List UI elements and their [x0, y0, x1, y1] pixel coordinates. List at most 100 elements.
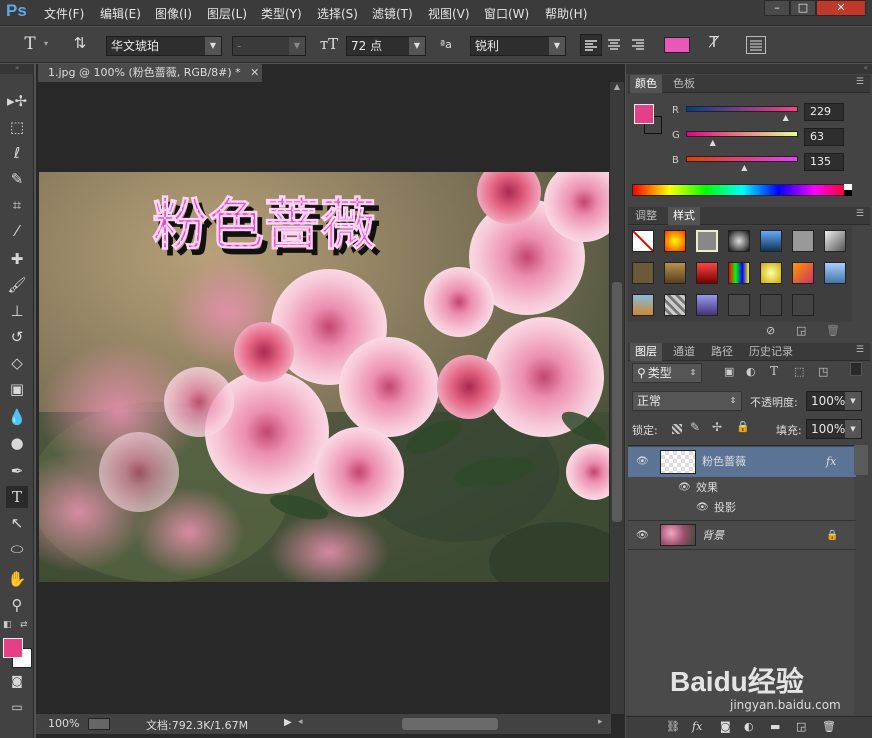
dodge-tool-icon[interactable]: ● — [6, 432, 28, 454]
tab-channels[interactable]: 通道 — [668, 343, 700, 361]
close-tab-icon[interactable]: ✕ — [250, 66, 259, 79]
quick-mask-icon[interactable]: ◙ — [6, 670, 28, 692]
slider-green[interactable] — [686, 131, 798, 137]
lock-all-icon[interactable]: 🔒 — [736, 420, 750, 433]
style-swatch[interactable] — [792, 230, 814, 252]
character-panel-icon[interactable] — [746, 36, 766, 54]
foreground-color-swatch[interactable] — [3, 638, 23, 658]
align-left-button[interactable] — [580, 34, 602, 56]
scroll-left-icon[interactable]: ◂ — [298, 717, 303, 727]
scroll-up-icon[interactable]: ▲ — [610, 82, 624, 91]
style-swatch[interactable] — [696, 262, 718, 284]
new-adjustment-icon[interactable]: ◐ — [744, 720, 754, 733]
style-swatch[interactable] — [760, 294, 782, 316]
panel-menu-icon[interactable]: ☰ — [856, 77, 864, 87]
lock-paint-icon[interactable]: ✎ — [690, 420, 700, 434]
blur-tool-icon[interactable]: 💧 — [6, 406, 28, 428]
slider-thumb-blue[interactable]: ▲ — [741, 163, 747, 172]
layer-effect-row[interactable]: 👁 投影 — [628, 498, 856, 518]
tab-color[interactable]: 颜色 — [630, 75, 662, 93]
menu-filter[interactable]: 滤镜(T) — [372, 5, 413, 22]
filter-toggle[interactable] — [850, 362, 862, 376]
link-layers-icon[interactable]: ⛓ — [666, 720, 680, 733]
menu-view[interactable]: 视图(V) — [428, 5, 470, 22]
menu-edit[interactable]: 编辑(E) — [100, 5, 141, 22]
tab-history[interactable]: 历史记录 — [744, 343, 798, 361]
tab-paths[interactable]: 路径 — [706, 343, 738, 361]
menu-type[interactable]: 类型(Y) — [261, 5, 302, 22]
history-brush-tool-icon[interactable]: ↺ — [6, 326, 28, 348]
fx-icon[interactable]: fx — [826, 447, 836, 477]
scrollbar-thumb[interactable] — [612, 282, 622, 522]
canvas-image[interactable]: 粉色蔷薇 粉色蔷薇 — [39, 172, 609, 582]
menu-window[interactable]: 窗口(W) — [484, 5, 529, 22]
default-colors-icon[interactable]: ◧ — [3, 620, 12, 630]
hand-tool-icon[interactable]: ✋ — [6, 568, 28, 590]
text-color-swatch[interactable] — [664, 37, 690, 53]
style-swatch[interactable] — [728, 294, 750, 316]
lasso-tool-icon[interactable]: ℓ — [6, 142, 28, 164]
tab-adjustments[interactable]: 调整 — [630, 207, 662, 225]
clear-style-icon[interactable]: ⊘ — [766, 324, 775, 337]
tab-layers[interactable]: 图层 — [630, 343, 662, 361]
antialias-select[interactable]: 锐利 ▼ — [470, 36, 566, 56]
new-style-icon[interactable]: ◲ — [796, 324, 806, 337]
tool-preset-arrow-icon[interactable]: ▾ — [44, 39, 48, 48]
menu-select[interactable]: 选择(S) — [317, 5, 358, 22]
style-swatch[interactable] — [632, 294, 654, 316]
align-center-button[interactable] — [604, 34, 626, 56]
style-swatch[interactable] — [728, 230, 750, 252]
panel-menu-icon[interactable]: ☰ — [856, 209, 864, 219]
warp-text-icon[interactable]: Ⱦ — [704, 33, 724, 51]
add-mask-icon[interactable]: ◙ — [720, 720, 731, 733]
style-swatch[interactable] — [792, 262, 814, 284]
marquee-tool-icon[interactable]: ⬚ — [6, 116, 28, 138]
menu-file[interactable]: 文件(F) — [44, 5, 84, 22]
eraser-tool-icon[interactable]: ◇ — [6, 352, 28, 374]
style-swatch[interactable] — [824, 230, 846, 252]
type-tool-icon[interactable]: T — [20, 34, 40, 54]
style-swatch[interactable] — [792, 294, 814, 316]
menu-image[interactable]: 图像(I) — [155, 5, 192, 22]
pen-tool-icon[interactable]: ✒ — [6, 460, 28, 482]
style-swatch[interactable] — [760, 262, 782, 284]
layer-name[interactable]: 背景 — [702, 521, 724, 551]
style-swatch[interactable] — [696, 294, 718, 316]
input-green[interactable]: 63 — [804, 128, 844, 146]
style-swatch[interactable] — [760, 230, 782, 252]
gradient-tool-icon[interactable]: ▣ — [6, 378, 28, 400]
move-tool-icon[interactable]: ▸✢ — [6, 90, 28, 112]
path-select-tool-icon[interactable]: ↖ — [6, 512, 28, 534]
eye-icon[interactable]: 👁 — [636, 521, 649, 551]
menu-help[interactable]: 帮助(H) — [545, 5, 587, 22]
panel-collapse-icon[interactable]: » — [0, 64, 34, 74]
color-foreground-swatch[interactable] — [634, 104, 654, 124]
lock-transparent-icon[interactable] — [672, 424, 682, 434]
close-button[interactable]: ✕ — [816, 0, 866, 16]
zoom-tool-icon[interactable]: ⚲ — [6, 594, 28, 616]
quick-select-tool-icon[interactable]: ✎ — [6, 168, 28, 190]
layer-row-background[interactable]: 👁 背景 🔒 — [628, 520, 856, 550]
eye-icon[interactable]: 👁 — [636, 447, 649, 477]
black-white-ramp[interactable] — [844, 184, 852, 196]
font-style-select[interactable]: - ▼ — [232, 36, 306, 56]
style-swatch[interactable] — [824, 262, 846, 284]
font-size-select[interactable]: 72 点 ▼ — [346, 36, 426, 56]
font-family-select[interactable]: 华文琥珀 ▼ — [106, 36, 222, 56]
blend-mode-select[interactable]: 正常 ⇕ — [632, 391, 742, 411]
vertical-scrollbar[interactable]: ▲ — [610, 82, 624, 714]
slider-red[interactable] — [686, 106, 798, 112]
style-swatch[interactable] — [664, 262, 686, 284]
status-preview-icon[interactable] — [88, 718, 110, 730]
eyedropper-tool-icon[interactable]: ⁄ — [6, 220, 28, 242]
style-swatch[interactable] — [728, 262, 750, 284]
style-swatch[interactable] — [632, 262, 654, 284]
slider-thumb-red[interactable]: ▲ — [783, 113, 789, 122]
layers-scrollbar[interactable] — [854, 445, 868, 475]
add-style-icon[interactable]: fx — [692, 720, 702, 733]
slider-blue[interactable] — [686, 156, 798, 162]
input-blue[interactable]: 135 — [804, 153, 844, 171]
style-swatch-none[interactable] — [632, 230, 654, 252]
style-swatch[interactable] — [664, 230, 686, 252]
slider-thumb-green[interactable]: ▲ — [710, 138, 716, 147]
